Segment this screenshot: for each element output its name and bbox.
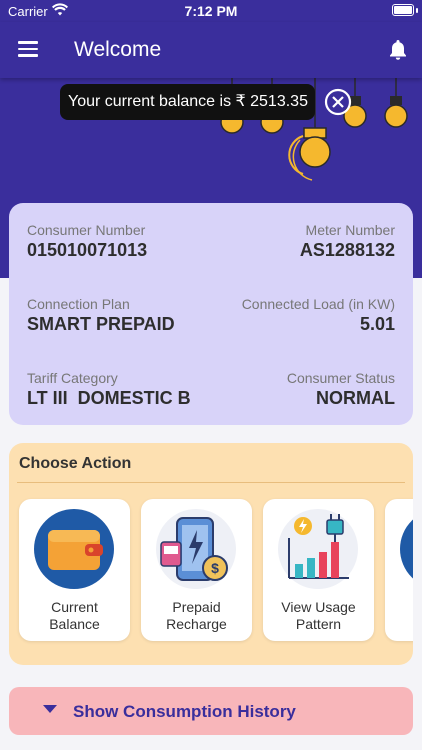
current-balance-label: Current Balance [49,599,100,632]
consumer-info-card: Consumer Number 015010071013 Meter Numbe… [9,203,413,425]
connection-plan-value: SMART PREPAID [27,314,175,334]
consumption-history-label: Show Consumption History [73,702,296,721]
choose-action-title: Choose Action [19,455,132,472]
meter-number-label: Meter Number [305,222,395,238]
battery-icon [392,4,414,16]
usage-chart-icon [278,509,358,589]
view-usage-pattern-button[interactable]: View Usage Pattern [263,499,374,641]
prepaid-recharge-label: Prepaid Recharge [166,599,227,632]
svg-text:$: $ [211,560,219,576]
connection-plan-label: Connection Plan [27,296,130,312]
current-balance-button[interactable]: Current Balance [19,499,130,641]
close-icon[interactable] [324,88,352,116]
show-consumption-history-button[interactable]: Show Consumption History [9,687,413,735]
consumer-status-label: Consumer Status [286,370,395,386]
choose-action-panel: Choose Action Current Balance $ Prepaid Re… [9,443,413,665]
hamburger-menu-icon[interactable] [18,41,38,57]
clock: 7:12 PM [184,3,238,19]
connected-load-value: 5.01 [359,314,395,334]
chevron-down-icon [43,705,57,713]
tariff-category-value: LT III DOMESTIC B [27,388,191,408]
prepaid-recharge-button[interactable]: $ Prepaid Recharge [141,499,252,641]
more-actions-card[interactable] [385,499,413,641]
battery-tip [416,8,418,13]
view-usage-pattern-label: View Usage Pattern [281,599,356,632]
consumer-status-value: NORMAL [316,388,395,408]
tariff-category-label: Tariff Category [27,370,118,386]
connected-load-label: Connected Load (in KW) [241,296,395,312]
action-divider [17,482,405,483]
status-bar: Carrier 7:12 PM [0,0,422,22]
meter-number-value: AS1288132 [299,240,395,260]
recharge-icon: $ [156,509,236,589]
consumer-number-label: Consumer Number [27,222,146,238]
bell-icon[interactable] [386,38,410,62]
wallet-icon [34,509,114,589]
page-title: Welcome [74,38,162,61]
app-header: Welcome [0,22,422,78]
consumer-number-value: 015010071013 [27,240,148,260]
more-action-icon [400,519,413,579]
balance-tooltip: Your current balance is ₹ 2513.35 [60,84,315,120]
